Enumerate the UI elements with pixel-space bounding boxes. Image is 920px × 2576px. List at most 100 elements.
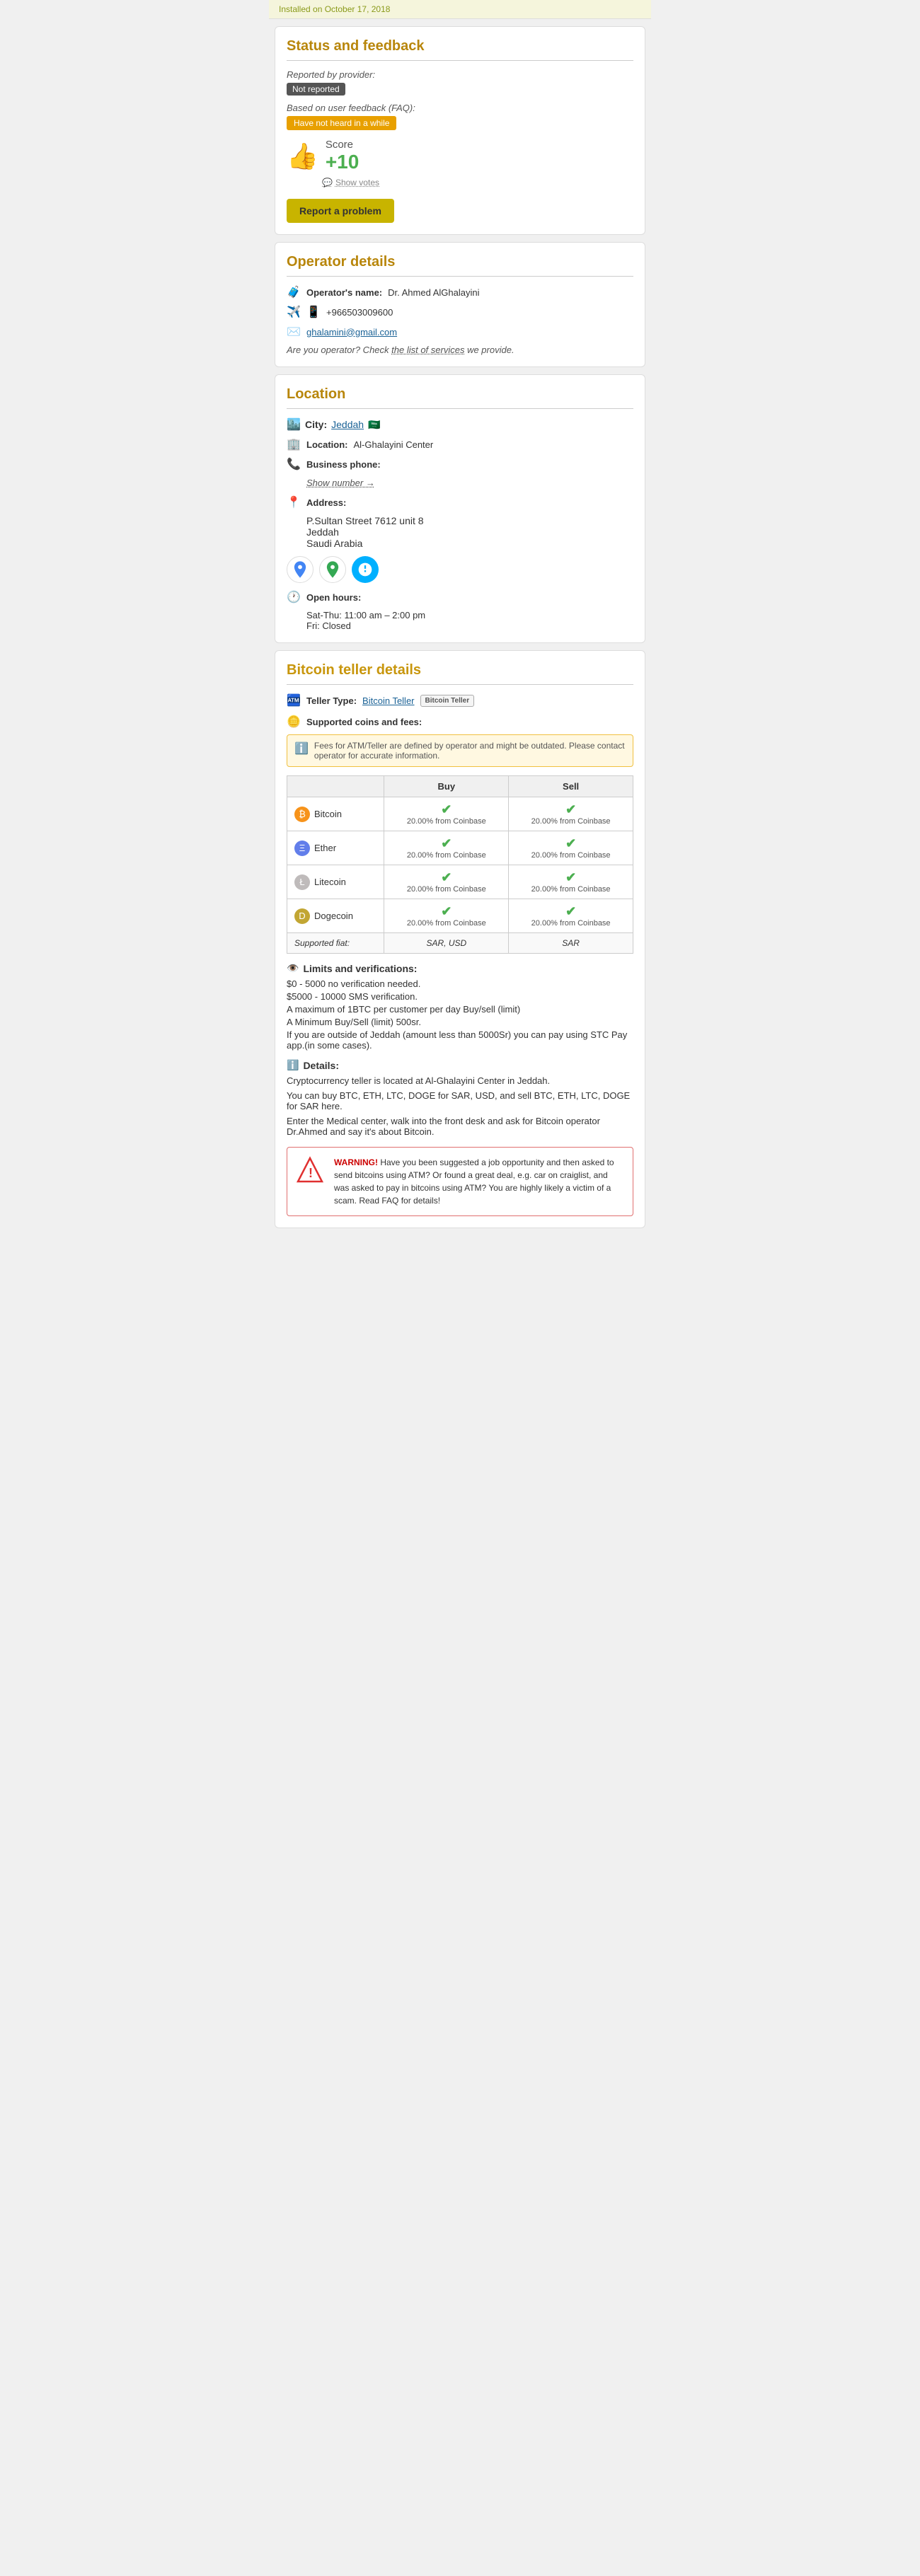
svg-text:!: !: [309, 1166, 313, 1180]
installed-banner: Installed on October 17, 2018: [269, 0, 651, 19]
sell-check: ✔: [516, 802, 626, 817]
whatsapp-icon: 📱: [306, 305, 321, 319]
info-circle-icon: ℹ️: [287, 1059, 299, 1071]
report-problem-button[interactable]: Report a problem: [287, 199, 394, 223]
info-icon: ℹ️: [294, 741, 309, 756]
hours-block: Sat-Thu: 11:00 am – 2:00 pm Fri: Closed: [287, 610, 633, 631]
coin-icon-doge: D: [294, 908, 310, 924]
table-header-coin: [287, 776, 384, 797]
operator-phone-row: ✈️ 📱 +966503009600: [287, 305, 633, 319]
map-icons-row: [287, 556, 633, 583]
sell-check: ✔: [516, 836, 626, 851]
buy-cell: ✔ 20.00% from Coinbase: [384, 831, 509, 865]
buy-cell: ✔ 20.00% from Coinbase: [384, 797, 509, 831]
location-row: 🏢 Location: Al-Ghalayini Center: [287, 437, 633, 451]
teller-section: Bitcoin teller details 🏧 Teller Type: Bi…: [275, 650, 645, 1228]
address-block: P.Sultan Street 7612 unit 8 Jeddah Saudi…: [306, 515, 633, 549]
city-label: City:: [305, 419, 327, 430]
operator-email-link[interactable]: ghalamini@gmail.com: [306, 327, 397, 337]
operator-phone[interactable]: +966503009600: [326, 307, 393, 318]
address-icon: 📍: [287, 495, 301, 509]
table-row: ₿ Bitcoin: [287, 797, 384, 831]
speech-icon: 💬: [322, 178, 333, 187]
limits-title: 👁️ Limits and verifications:: [287, 962, 633, 974]
google-maps-alt-icon[interactable]: [319, 556, 346, 583]
limits-list: $0 - 5000 no verification needed. $5000 -…: [287, 978, 633, 1051]
open-hours-row: 🕐 Open hours:: [287, 590, 633, 604]
buy-fee: 20.00% from Coinbase: [391, 851, 501, 860]
coin-name: Ether: [314, 843, 336, 853]
score-value: +10: [326, 151, 360, 173]
buy-check: ✔: [391, 870, 501, 885]
limit-item: If you are outside of Jeddah (amount les…: [287, 1029, 633, 1051]
city-link[interactable]: Jeddah: [331, 419, 364, 430]
coin-name: Bitcoin: [314, 809, 342, 819]
operator-email-row: ✉️ ghalamini@gmail.com: [287, 325, 633, 339]
status-title: Status and feedback: [287, 38, 633, 61]
building-icon: 🏢: [287, 437, 301, 451]
telegram-icon: ✈️: [287, 305, 301, 319]
phone-icon: 📞: [287, 457, 301, 471]
hours-line1: Sat-Thu: 11:00 am – 2:00 pm: [306, 610, 633, 620]
buy-fee: 20.00% from Coinbase: [391, 919, 501, 928]
address-line1: P.Sultan Street 7612 unit 8: [306, 515, 633, 526]
score-row: 👍 Score +10: [287, 139, 633, 173]
score-block: Score +10: [326, 139, 360, 173]
limit-item: A Minimum Buy/Sell (limit) 500sr.: [287, 1017, 633, 1027]
show-number-link[interactable]: Show number →: [306, 478, 375, 488]
fiat-buy-cell: SAR, USD: [384, 933, 509, 954]
fiat-label-cell: Supported fiat:: [287, 933, 384, 954]
detail-item: You can buy BTC, ETH, LTC, DOGE for SAR,…: [287, 1090, 633, 1111]
address-label: Address:: [306, 497, 346, 508]
status-section: Status and feedback Reported by provider…: [275, 26, 645, 235]
sell-fee: 20.00% from Coinbase: [516, 919, 626, 928]
buy-cell: ✔ 20.00% from Coinbase: [384, 865, 509, 899]
waze-icon[interactable]: [352, 556, 379, 583]
location-title: Location: [287, 386, 633, 409]
details-title-text: Details:: [303, 1060, 339, 1071]
email-icon: ✉️: [287, 325, 301, 339]
fee-warning-text: Fees for ATM/Teller are defined by opera…: [314, 741, 626, 761]
open-hours-label: Open hours:: [306, 592, 361, 603]
hours-line2: Fri: Closed: [306, 620, 633, 631]
table-row: Ξ Ether: [287, 831, 384, 865]
services-link[interactable]: the list of services: [391, 345, 464, 355]
teller-type-icon: 🏧: [287, 693, 301, 707]
phone-row: 📞 Business phone:: [287, 457, 633, 471]
saudi-flag: 🇸🇦: [368, 419, 380, 431]
teller-type-link[interactable]: Bitcoin Teller: [362, 695, 414, 706]
supported-coins-label: Supported coins and fees:: [306, 717, 422, 727]
table-row: Ł Litecoin: [287, 865, 384, 899]
table-header-buy: Buy: [384, 776, 509, 797]
sell-fee: 20.00% from Coinbase: [516, 851, 626, 860]
show-votes-label: Show votes: [335, 178, 379, 187]
limit-item: $5000 - 10000 SMS verification.: [287, 991, 633, 1002]
operator-name-value: Dr. Ahmed AlGhalayini: [388, 287, 479, 298]
phone-label: Business phone:: [306, 459, 381, 470]
bitcoin-teller-badge: Bitcoin Teller: [420, 695, 475, 707]
details-list: Cryptocurrency teller is located at Al-G…: [287, 1075, 633, 1137]
location-label: Location:: [306, 439, 348, 450]
operator-question: Are you operator? Check the list of serv…: [287, 345, 633, 355]
sell-cell: ✔ 20.00% from Coinbase: [509, 831, 633, 865]
buy-cell: ✔ 20.00% from Coinbase: [384, 899, 509, 933]
detail-item: Cryptocurrency teller is located at Al-G…: [287, 1075, 633, 1086]
eye-icon: 👁️: [287, 962, 299, 974]
sell-cell: ✔ 20.00% from Coinbase: [509, 899, 633, 933]
installed-text: Installed on October 17, 2018: [279, 4, 390, 14]
operator-title: Operator details: [287, 254, 633, 277]
google-maps-icon[interactable]: [287, 556, 314, 583]
fee-warning-box: ℹ️ Fees for ATM/Teller are defined by op…: [287, 734, 633, 767]
show-votes-link[interactable]: 💬 Show votes: [322, 178, 633, 187]
table-header-sell: Sell: [509, 776, 633, 797]
address-line2: Jeddah: [306, 526, 633, 538]
coin-icon-ltc: Ł: [294, 874, 310, 890]
details-title: ℹ️ Details:: [287, 1059, 633, 1071]
operator-name-label: Operator's name:: [306, 287, 382, 298]
buy-check: ✔: [391, 802, 501, 817]
coin-icon-eth: Ξ: [294, 841, 310, 856]
warning-bold: WARNING!: [334, 1157, 378, 1167]
location-value: Al-Ghalayini Center: [354, 439, 434, 450]
limit-item: $0 - 5000 no verification needed.: [287, 978, 633, 989]
city-icon: 🏙️: [287, 417, 301, 432]
